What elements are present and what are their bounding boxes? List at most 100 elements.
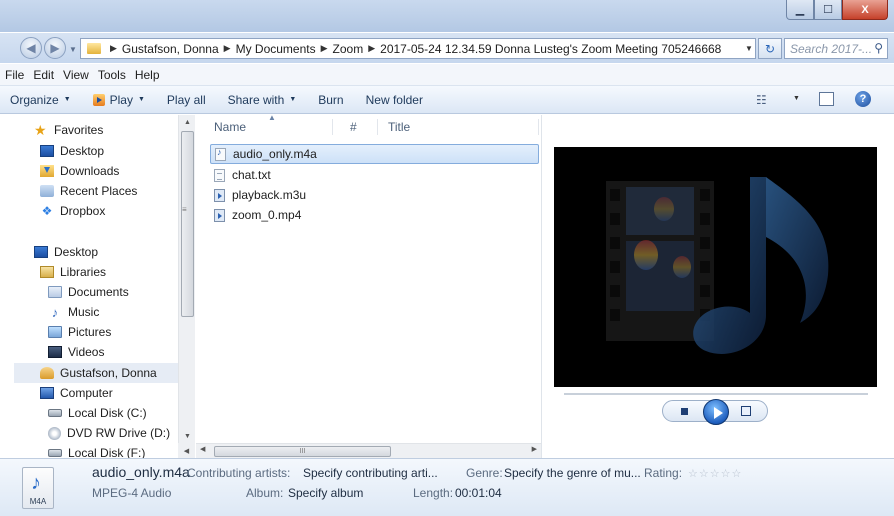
play-all-button[interactable]: Play all — [167, 93, 206, 107]
downloads-icon — [40, 165, 54, 177]
column-divider[interactable] — [538, 119, 539, 135]
details-file-type: MPEG-4 Audio — [92, 486, 172, 500]
file-row-chat[interactable]: chat.txt — [210, 165, 539, 185]
play-button[interactable]: Play ▼ — [92, 92, 145, 107]
m4a-file-icon: ♪ M4A — [22, 467, 54, 509]
nav-computer[interactable]: Computer — [40, 383, 113, 403]
scroll-grip-icon: III — [299, 448, 306, 455]
share-with-button[interactable]: Share with ▼ — [228, 93, 297, 107]
menu-edit[interactable]: Edit — [33, 68, 54, 82]
rating-stars[interactable]: ☆☆☆☆☆ — [688, 467, 742, 480]
share-with-label: Share with — [227, 92, 285, 107]
menu-help[interactable]: Help — [135, 68, 160, 82]
view-options-icon[interactable]: ☷ — [756, 93, 767, 107]
column-header-title[interactable]: Title — [388, 115, 410, 139]
file-name: chat.txt — [232, 168, 271, 182]
refresh-button[interactable]: ↻ — [758, 38, 782, 59]
column-divider[interactable] — [377, 119, 378, 135]
open-in-player-icon[interactable] — [741, 406, 751, 416]
nav-local-disk-f[interactable]: Local Disk (F:) — [48, 443, 145, 458]
minimize-button[interactable]: ▁ — [786, 0, 814, 20]
videos-icon — [48, 346, 62, 358]
breadcrumb-separator-icon[interactable]: ▶ — [368, 43, 375, 54]
help-icon[interactable]: ? — [855, 91, 871, 107]
nav-libraries[interactable]: Libraries — [40, 262, 106, 282]
sort-ascending-icon: ▲ — [268, 113, 276, 122]
rating-label: Rating: — [644, 466, 683, 480]
file-row-zoom-video[interactable]: zoom_0.mp4 — [210, 205, 539, 225]
breadcrumb-user[interactable]: Gustafson, Donna — [122, 42, 219, 56]
nav-downloads[interactable]: Downloads — [40, 161, 119, 181]
scroll-left-arrow-icon[interactable]: ◀ — [178, 443, 195, 458]
nav-desktop[interactable]: Desktop — [34, 242, 98, 262]
chevron-down-icon[interactable]: ▼ — [793, 95, 800, 102]
details-pane: ♪ M4A audio_only.m4a MPEG-4 Audio Contri… — [0, 458, 894, 516]
file-row-playback[interactable]: playback.m3u — [210, 185, 539, 205]
file-type-badge: M4A — [29, 497, 47, 506]
file-name: zoom_0.mp4 — [232, 208, 302, 222]
refresh-icon: ↻ — [764, 41, 776, 56]
nav-pictures[interactable]: Pictures — [48, 322, 111, 342]
search-icon[interactable]: ⚲ — [874, 41, 883, 55]
recent-pages-dropdown[interactable]: ▼ — [69, 45, 77, 54]
play-label: Play — [109, 92, 133, 107]
stop-icon[interactable] — [681, 408, 688, 415]
file-list-hscrollbar[interactable]: ◀ III ▶ — [196, 443, 541, 458]
menu-tools[interactable]: Tools — [98, 68, 126, 82]
scroll-left-arrow-icon[interactable]: ◀ — [200, 445, 205, 453]
album-value[interactable]: Specify album — [288, 486, 363, 500]
navigation-scrollbar[interactable]: ▲ ≡ ▼ — [178, 115, 195, 443]
maximize-button[interactable]: ☐ — [814, 0, 842, 20]
chevron-down-icon: ▼ — [63, 96, 71, 103]
seek-bar[interactable] — [564, 393, 868, 395]
forward-button[interactable]: ▶ — [44, 37, 66, 59]
menu-file[interactable]: File — [5, 68, 24, 82]
nav-dvd-drive[interactable]: DVD RW Drive (D:) — [48, 423, 170, 443]
play-icon[interactable] — [703, 399, 729, 425]
column-header-name[interactable]: Name — [214, 115, 246, 139]
scroll-up-arrow-icon[interactable]: ▲ — [179, 115, 196, 129]
address-bar[interactable]: ▶ Gustafson, Donna ▶ My Documents ▶ Zoom… — [80, 38, 756, 59]
nav-videos[interactable]: Videos — [48, 342, 104, 362]
close-icon: X — [861, 3, 869, 16]
nav-local-disk-c[interactable]: Local Disk (C:) — [48, 403, 147, 423]
scroll-right-arrow-icon[interactable]: ▶ — [532, 445, 537, 453]
breadcrumb-zoom[interactable]: Zoom — [333, 42, 364, 56]
file-row-audio-only[interactable]: audio_only.m4a — [210, 144, 539, 164]
nav-music[interactable]: ♪ Music — [48, 302, 100, 322]
address-dropdown-icon[interactable]: ▼ — [742, 39, 756, 58]
breadcrumb-meeting-folder[interactable]: 2017-05-24 12.34.59 Donna Lusteg's Zoom … — [380, 42, 721, 56]
genre-label: Genre: — [466, 466, 503, 480]
file-name: playback.m3u — [232, 188, 307, 202]
genre-value[interactable]: Specify the genre of mu... — [504, 466, 641, 480]
breadcrumb-my-documents[interactable]: My Documents — [236, 42, 316, 56]
nav-recent-places[interactable]: Recent Places — [40, 181, 137, 201]
search-input[interactable]: Search 2017-... ⚲ — [784, 38, 888, 59]
breadcrumb-separator-icon[interactable]: ▶ — [321, 43, 328, 54]
back-button[interactable]: ◀ — [20, 37, 42, 59]
artists-label: Contributing artists: — [187, 466, 291, 480]
burn-button[interactable]: Burn — [318, 93, 343, 107]
close-button[interactable]: X — [842, 0, 888, 20]
nav-label: Desktop — [60, 144, 105, 158]
nav-desktop-favorite[interactable]: Desktop — [40, 141, 104, 161]
menu-view[interactable]: View — [63, 68, 89, 82]
organize-button[interactable]: Organize ▼ — [10, 93, 71, 107]
breadcrumb-separator-icon[interactable]: ▶ — [224, 43, 231, 54]
nav-favorites[interactable]: ★ Favorites — [34, 120, 103, 140]
new-folder-button[interactable]: New folder — [366, 93, 423, 107]
scroll-down-arrow-icon[interactable]: ▼ — [179, 429, 196, 443]
breadcrumb-separator-icon[interactable]: ▶ — [110, 43, 117, 54]
documents-icon — [48, 286, 62, 298]
nav-documents[interactable]: Documents — [48, 282, 129, 302]
music-icon: ♪ — [51, 304, 59, 320]
column-divider[interactable] — [332, 119, 333, 135]
artists-value[interactable]: Specify contributing arti... — [303, 466, 438, 480]
nav-dropbox[interactable]: ❖ Dropbox — [40, 201, 106, 221]
nav-user[interactable]: Gustafson, Donna — [14, 363, 178, 383]
column-header-number[interactable]: # — [350, 115, 357, 139]
scroll-thumb[interactable] — [181, 131, 194, 317]
nav-label: Downloads — [60, 164, 120, 178]
scroll-thumb[interactable]: III — [214, 446, 391, 457]
preview-pane-icon[interactable] — [819, 92, 834, 106]
